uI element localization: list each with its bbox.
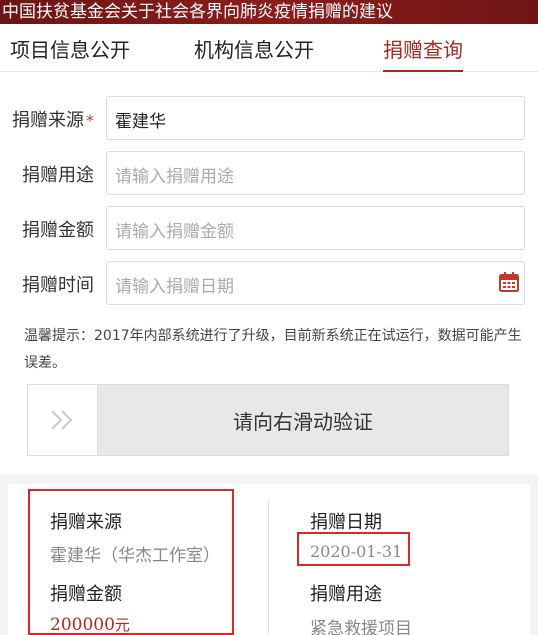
tab-organization-info[interactable]: 机构信息公开 [194,34,314,72]
purpose-input[interactable]: 请输入捐赠用途 [106,151,525,195]
highlight-box-date [297,532,410,566]
required-mark: * [86,111,94,130]
slide-verify[interactable]: 请向右滑动验证 [27,384,509,456]
double-chevron-right-icon [50,410,72,430]
form-row-source: 捐赠来源 * 霍建华 [0,96,538,142]
result-divider [268,500,269,635]
date-placeholder: 请输入捐赠日期 [115,277,234,297]
banner-title: 中国扶贫基金会关于社会各界向肺炎疫情捐赠的建议 [2,2,393,22]
purpose-label: 捐赠用途 [22,165,94,186]
slider-text: 请向右滑动验证 [233,409,373,434]
date-input[interactable]: 请输入捐赠日期 [106,261,525,305]
form-row-date: 捐赠时间 请输入捐赠日期 [0,261,538,307]
tab-donation-query[interactable]: 捐赠查询 [383,34,463,72]
result-purpose-label: 捐赠用途 [310,584,382,605]
tab-bar: 项目信息公开 机构信息公开 捐赠查询 [0,24,538,72]
source-label: 捐赠来源 * [12,110,94,131]
amount-input[interactable]: 请输入捐赠金额 [106,206,525,250]
source-input[interactable]: 霍建华 [106,96,525,140]
form-row-purpose: 捐赠用途 请输入捐赠用途 [0,151,538,197]
result-purpose-value: 紧急救援项目 [310,619,412,635]
system-tip: 温馨提示：2017年内部系统进行了升级，目前新系统正在试运行，数据可能产生误差。 [24,328,522,371]
result-date-label: 捐赠日期 [310,512,382,533]
calendar-icon[interactable] [498,271,520,293]
page-banner: 中国扶贫基金会关于社会各界向肺炎疫情捐赠的建议 [0,0,538,24]
date-label: 捐赠时间 [22,275,94,296]
slider-handle[interactable] [28,385,98,455]
highlight-box-source-amount [28,489,234,635]
tab-project-info[interactable]: 项目信息公开 [10,34,130,72]
form-row-amount: 捐赠金额 请输入捐赠金额 [0,206,538,252]
amount-label: 捐赠金额 [22,220,94,241]
